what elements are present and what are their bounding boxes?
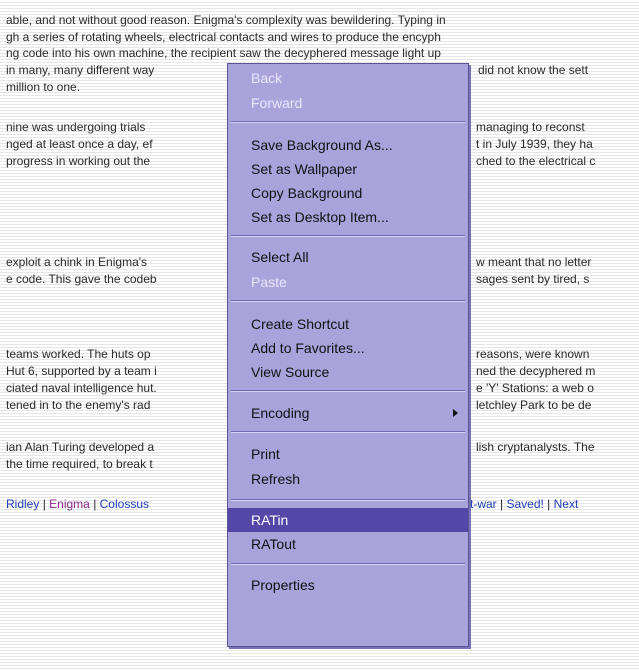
text-line: lish cryptanalysts. The [476, 440, 595, 454]
text-line: million to one. [6, 80, 81, 94]
text-line: t in July 1939, they ha [476, 137, 593, 151]
menu-item-set-desktop-item[interactable]: Set as Desktop Item... [228, 205, 468, 229]
text-line: the time required, to break t [6, 457, 153, 471]
text-line: ian Alan Turing developed a [6, 440, 155, 454]
text-line: did not know the sett [478, 63, 589, 77]
nav-link-enigma[interactable]: Enigma [49, 497, 90, 511]
text-line: able, and not without good reason. Enigm… [6, 13, 446, 27]
page-nav: Ridley | Enigma | Colossus [6, 497, 149, 511]
text-line: exploit a chink in Enigma's [6, 255, 148, 269]
menu-item-ratout[interactable]: RATout [228, 532, 468, 556]
nav-link-saved[interactable]: Saved! [506, 497, 543, 511]
menu-item-set-wallpaper[interactable]: Set as Wallpaper [228, 157, 468, 181]
menu-item-ratin[interactable]: RATin [228, 508, 468, 532]
nav-link-next[interactable]: Next [554, 497, 579, 511]
text-line: ng code into his own machine, the recipi… [6, 46, 441, 60]
text-line: ciated naval intelligence hut. [6, 381, 157, 395]
submenu-arrow-icon [453, 409, 458, 417]
text-line: gh a series of rotating wheels, electric… [6, 30, 441, 44]
menu-separator [231, 499, 465, 501]
menu-item-properties[interactable]: Properties [228, 573, 468, 597]
menu-item-forward[interactable]: Forward [228, 91, 468, 115]
text-line: letchley Park to be de [476, 398, 592, 412]
text-line: ned the decyphered m [476, 364, 596, 378]
menu-separator [231, 300, 465, 302]
text-line: nged at least once a day, ef [6, 137, 153, 151]
menu-item-view-source[interactable]: View Source [228, 360, 468, 384]
text-line: w meant that no letter [476, 255, 592, 269]
menu-item-copy-background[interactable]: Copy Background [228, 181, 468, 205]
text-line: reasons, were known [476, 347, 590, 361]
context-menu: Back Forward Save Background As... Set a… [227, 63, 469, 647]
menu-separator [231, 431, 465, 433]
menu-separator [231, 121, 465, 123]
page-nav-right: st-war | Saved! | Next [464, 497, 579, 511]
text-line: in many, many different way [6, 63, 155, 77]
nav-link-colossus[interactable]: Colossus [100, 497, 149, 511]
text-line: sages sent by tired, s [476, 272, 590, 286]
menu-item-refresh[interactable]: Refresh [228, 467, 468, 491]
menu-item-create-shortcut[interactable]: Create Shortcut [228, 312, 468, 336]
menu-item-back[interactable]: Back [228, 66, 468, 90]
menu-item-encoding-label: Encoding [251, 405, 310, 421]
text-line: e 'Y' Stations: a web o [476, 381, 594, 395]
menu-separator [231, 390, 465, 392]
text-line: nine was undergoing trials [6, 120, 146, 134]
menu-item-print[interactable]: Print [228, 442, 468, 466]
text-line: tened in to the enemy's rad [6, 398, 151, 412]
menu-separator [231, 563, 465, 565]
menu-item-encoding[interactable]: Encoding [228, 401, 468, 425]
menu-item-paste[interactable]: Paste [228, 270, 468, 294]
text-line: progress in working out the [6, 154, 151, 168]
nav-link-ridley[interactable]: Ridley [6, 497, 39, 511]
text-line: teams worked. The huts op [6, 347, 151, 361]
text-line: e code. This gave the codeb [6, 272, 157, 286]
text-line: managing to reconst [476, 120, 585, 134]
text-line: Hut 6, supported by a team i [6, 364, 157, 378]
menu-item-add-to-favorites[interactable]: Add to Favorites... [228, 336, 468, 360]
menu-separator [231, 235, 465, 237]
menu-item-select-all[interactable]: Select All [228, 245, 468, 269]
text-line: ched to the electrical c [476, 154, 596, 168]
menu-item-save-background[interactable]: Save Background As... [228, 133, 468, 157]
